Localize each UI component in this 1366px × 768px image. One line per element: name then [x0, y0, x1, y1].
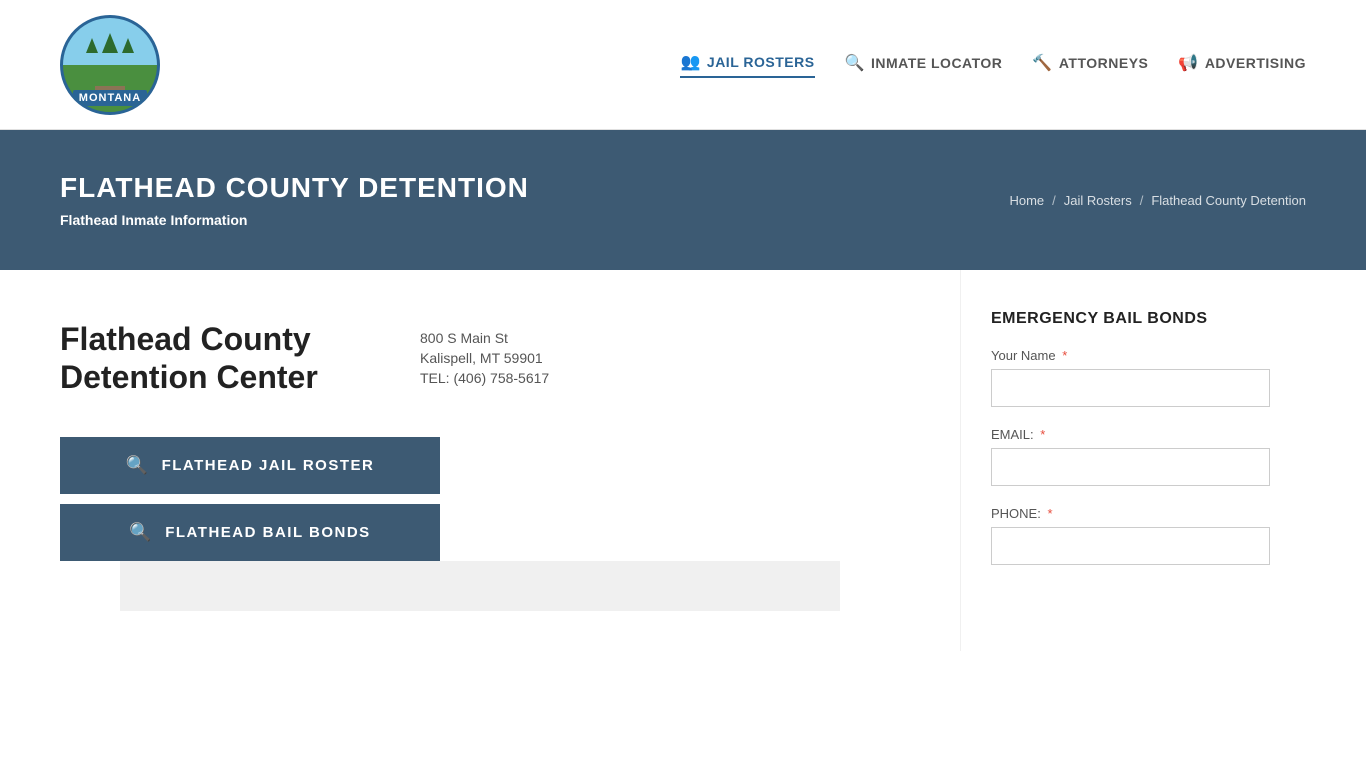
hero-title: FLATHEAD COUNTY DETENTION [60, 172, 529, 204]
hero-left: FLATHEAD COUNTY DETENTION Flathead Inmat… [60, 172, 529, 228]
main-content: Flathead County Detention Center 800 S M… [0, 270, 1366, 651]
bottom-gray-bar [120, 561, 840, 611]
road-decoration [95, 86, 125, 90]
facility-info: 800 S Main St Kalispell, MT 59901 TEL: (… [420, 320, 549, 386]
jail-roster-button[interactable]: 🔍 FLATHEAD JAIL ROSTER [60, 437, 440, 494]
content-left: Flathead County Detention Center 800 S M… [0, 270, 960, 651]
breadcrumb-sep-2: / [1140, 193, 1144, 208]
logo-area: MONTANA [60, 15, 160, 115]
nav-attorneys[interactable]: 🔨 ATTORNEYS [1032, 53, 1148, 77]
tree-icon [86, 38, 98, 53]
logo-trees-decoration [86, 33, 134, 53]
nav-advertising[interactable]: 📢 ADVERTISING [1178, 53, 1306, 77]
required-star: * [1040, 427, 1045, 442]
logo-label: MONTANA [73, 90, 147, 106]
label-email: EMAIL: * [991, 427, 1270, 442]
form-group-phone: PHONE: * [991, 506, 1270, 565]
breadcrumb-home[interactable]: Home [1009, 193, 1044, 208]
search-icon: 🔍 [129, 522, 153, 543]
action-buttons: 🔍 FLATHEAD JAIL ROSTER 🔍 FLATHEAD BAIL B… [60, 437, 900, 561]
megaphone-icon: 📢 [1178, 53, 1198, 73]
label-your-name: Your Name * [991, 348, 1270, 363]
hero-banner: FLATHEAD COUNTY DETENTION Flathead Inmat… [0, 130, 1366, 270]
label-phone: PHONE: * [991, 506, 1270, 521]
sidebar-title: EMERGENCY BAIL BONDS [991, 310, 1270, 328]
breadcrumb-jail-rosters[interactable]: Jail Rosters [1064, 193, 1132, 208]
site-logo: MONTANA [60, 15, 160, 115]
jail-roster-button-label: FLATHEAD JAIL ROSTER [162, 457, 375, 474]
sidebar: EMERGENCY BAIL BONDS Your Name * EMAIL: … [960, 270, 1300, 651]
nav-jail-rosters-label: JAIL ROSTERS [707, 54, 815, 70]
search-icon: 🔍 [845, 53, 865, 73]
main-nav: 👥 JAIL ROSTERS 🔍 INMATE LOCATOR 🔨 ATTORN… [680, 52, 1306, 78]
input-your-name[interactable] [991, 369, 1270, 407]
facility-phone: TEL: (406) 758-5617 [420, 370, 549, 386]
input-email[interactable] [991, 448, 1270, 486]
form-group-name: Your Name * [991, 348, 1270, 407]
breadcrumb-current: Flathead County Detention [1151, 193, 1306, 208]
nav-jail-rosters[interactable]: 👥 JAIL ROSTERS [680, 52, 814, 78]
header: MONTANA 👥 JAIL ROSTERS 🔍 INMATE LOCATOR … [0, 0, 1366, 130]
form-group-email: EMAIL: * [991, 427, 1270, 486]
nav-advertising-label: ADVERTISING [1205, 55, 1306, 71]
bail-bonds-button[interactable]: 🔍 FLATHEAD BAIL BONDS [60, 504, 440, 561]
required-star: * [1047, 506, 1052, 521]
facility-section: Flathead County Detention Center 800 S M… [60, 320, 900, 397]
hero-subtitle: Flathead Inmate Information [60, 212, 529, 228]
nav-inmate-locator[interactable]: 🔍 INMATE LOCATOR [845, 53, 1003, 77]
facility-name: Flathead County Detention Center [60, 320, 340, 397]
people-icon: 👥 [680, 52, 700, 72]
bail-bonds-button-label: FLATHEAD BAIL BONDS [165, 524, 370, 541]
tree-icon [102, 33, 118, 53]
facility-address-1: 800 S Main St [420, 330, 549, 346]
input-phone[interactable] [991, 527, 1270, 565]
gavel-icon: 🔨 [1032, 53, 1052, 73]
breadcrumb: Home / Jail Rosters / Flathead County De… [1009, 193, 1306, 208]
nav-attorneys-label: ATTORNEYS [1059, 55, 1149, 71]
required-star: * [1062, 348, 1067, 363]
breadcrumb-sep-1: / [1052, 193, 1056, 208]
tree-icon [122, 38, 134, 53]
facility-address-2: Kalispell, MT 59901 [420, 350, 549, 366]
search-icon: 🔍 [126, 455, 150, 476]
nav-inmate-locator-label: INMATE LOCATOR [871, 55, 1002, 71]
